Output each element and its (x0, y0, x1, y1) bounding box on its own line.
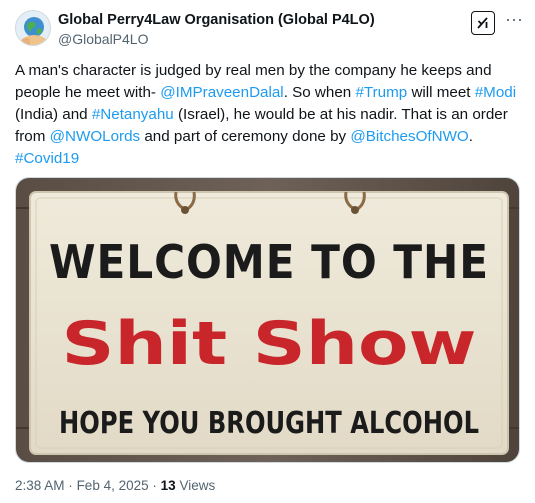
tweet-text-segment: and part of ceremony done by (140, 128, 351, 145)
author-handle[interactable]: @GlobalP4LO (58, 31, 148, 47)
mention-link[interactable]: @IMPraveenDalal (160, 84, 283, 101)
tweet-image[interactable]: WELCOME TO THE Shit Show HOPE YOU BROUGH… (15, 177, 520, 463)
meta-separator: · (152, 478, 157, 493)
grok-icon (477, 17, 488, 29)
tweet: Global Perry4Law Organisation (Global P4… (0, 0, 535, 503)
tweet-date[interactable]: Feb 4, 2025 (77, 478, 149, 493)
sign-line-2: Shit Show (62, 309, 477, 379)
hashtag-link[interactable]: #Modi (475, 84, 516, 101)
sign-line-1: WELCOME TO THE (49, 235, 489, 289)
tweet-time[interactable]: 2:38 AM (15, 478, 65, 493)
hashtag-link[interactable]: #Netanyahu (92, 106, 174, 123)
tweet-text-segment: will meet (407, 84, 475, 101)
more-icon: ··· (505, 9, 523, 29)
mention-link[interactable]: @NWOLords (50, 128, 141, 145)
hashtag-link[interactable]: #Covid19 (15, 150, 79, 167)
more-options-button[interactable]: ··· (504, 9, 524, 33)
mention-link[interactable]: @BitchesOfNWO (350, 128, 468, 145)
tweet-text-segment: (India) and (15, 106, 92, 123)
tweet-text: A man's character is judged by real men … (15, 60, 520, 170)
meta-separator: · (68, 478, 73, 493)
tweet-text-segment: . So when (283, 84, 356, 101)
tweet-meta: 2:38 AM · Feb 4, 2025 · 13 Views (15, 478, 215, 493)
author-name[interactable]: Global Perry4Law Organisation (Global P4… (58, 12, 375, 28)
globe-avatar-icon (16, 11, 50, 45)
views-label: Views (179, 478, 216, 493)
avatar[interactable] (15, 10, 51, 46)
grok-button[interactable] (471, 11, 495, 35)
sign-line-3: HOPE YOU BROUGHT ALCOHOL (59, 406, 479, 441)
tweet-text-segment: . (468, 128, 473, 145)
sign-photo: WELCOME TO THE Shit Show HOPE YOU BROUGH… (16, 178, 519, 462)
views-count: 13 (160, 478, 176, 493)
hashtag-link[interactable]: #Trump (355, 84, 407, 101)
